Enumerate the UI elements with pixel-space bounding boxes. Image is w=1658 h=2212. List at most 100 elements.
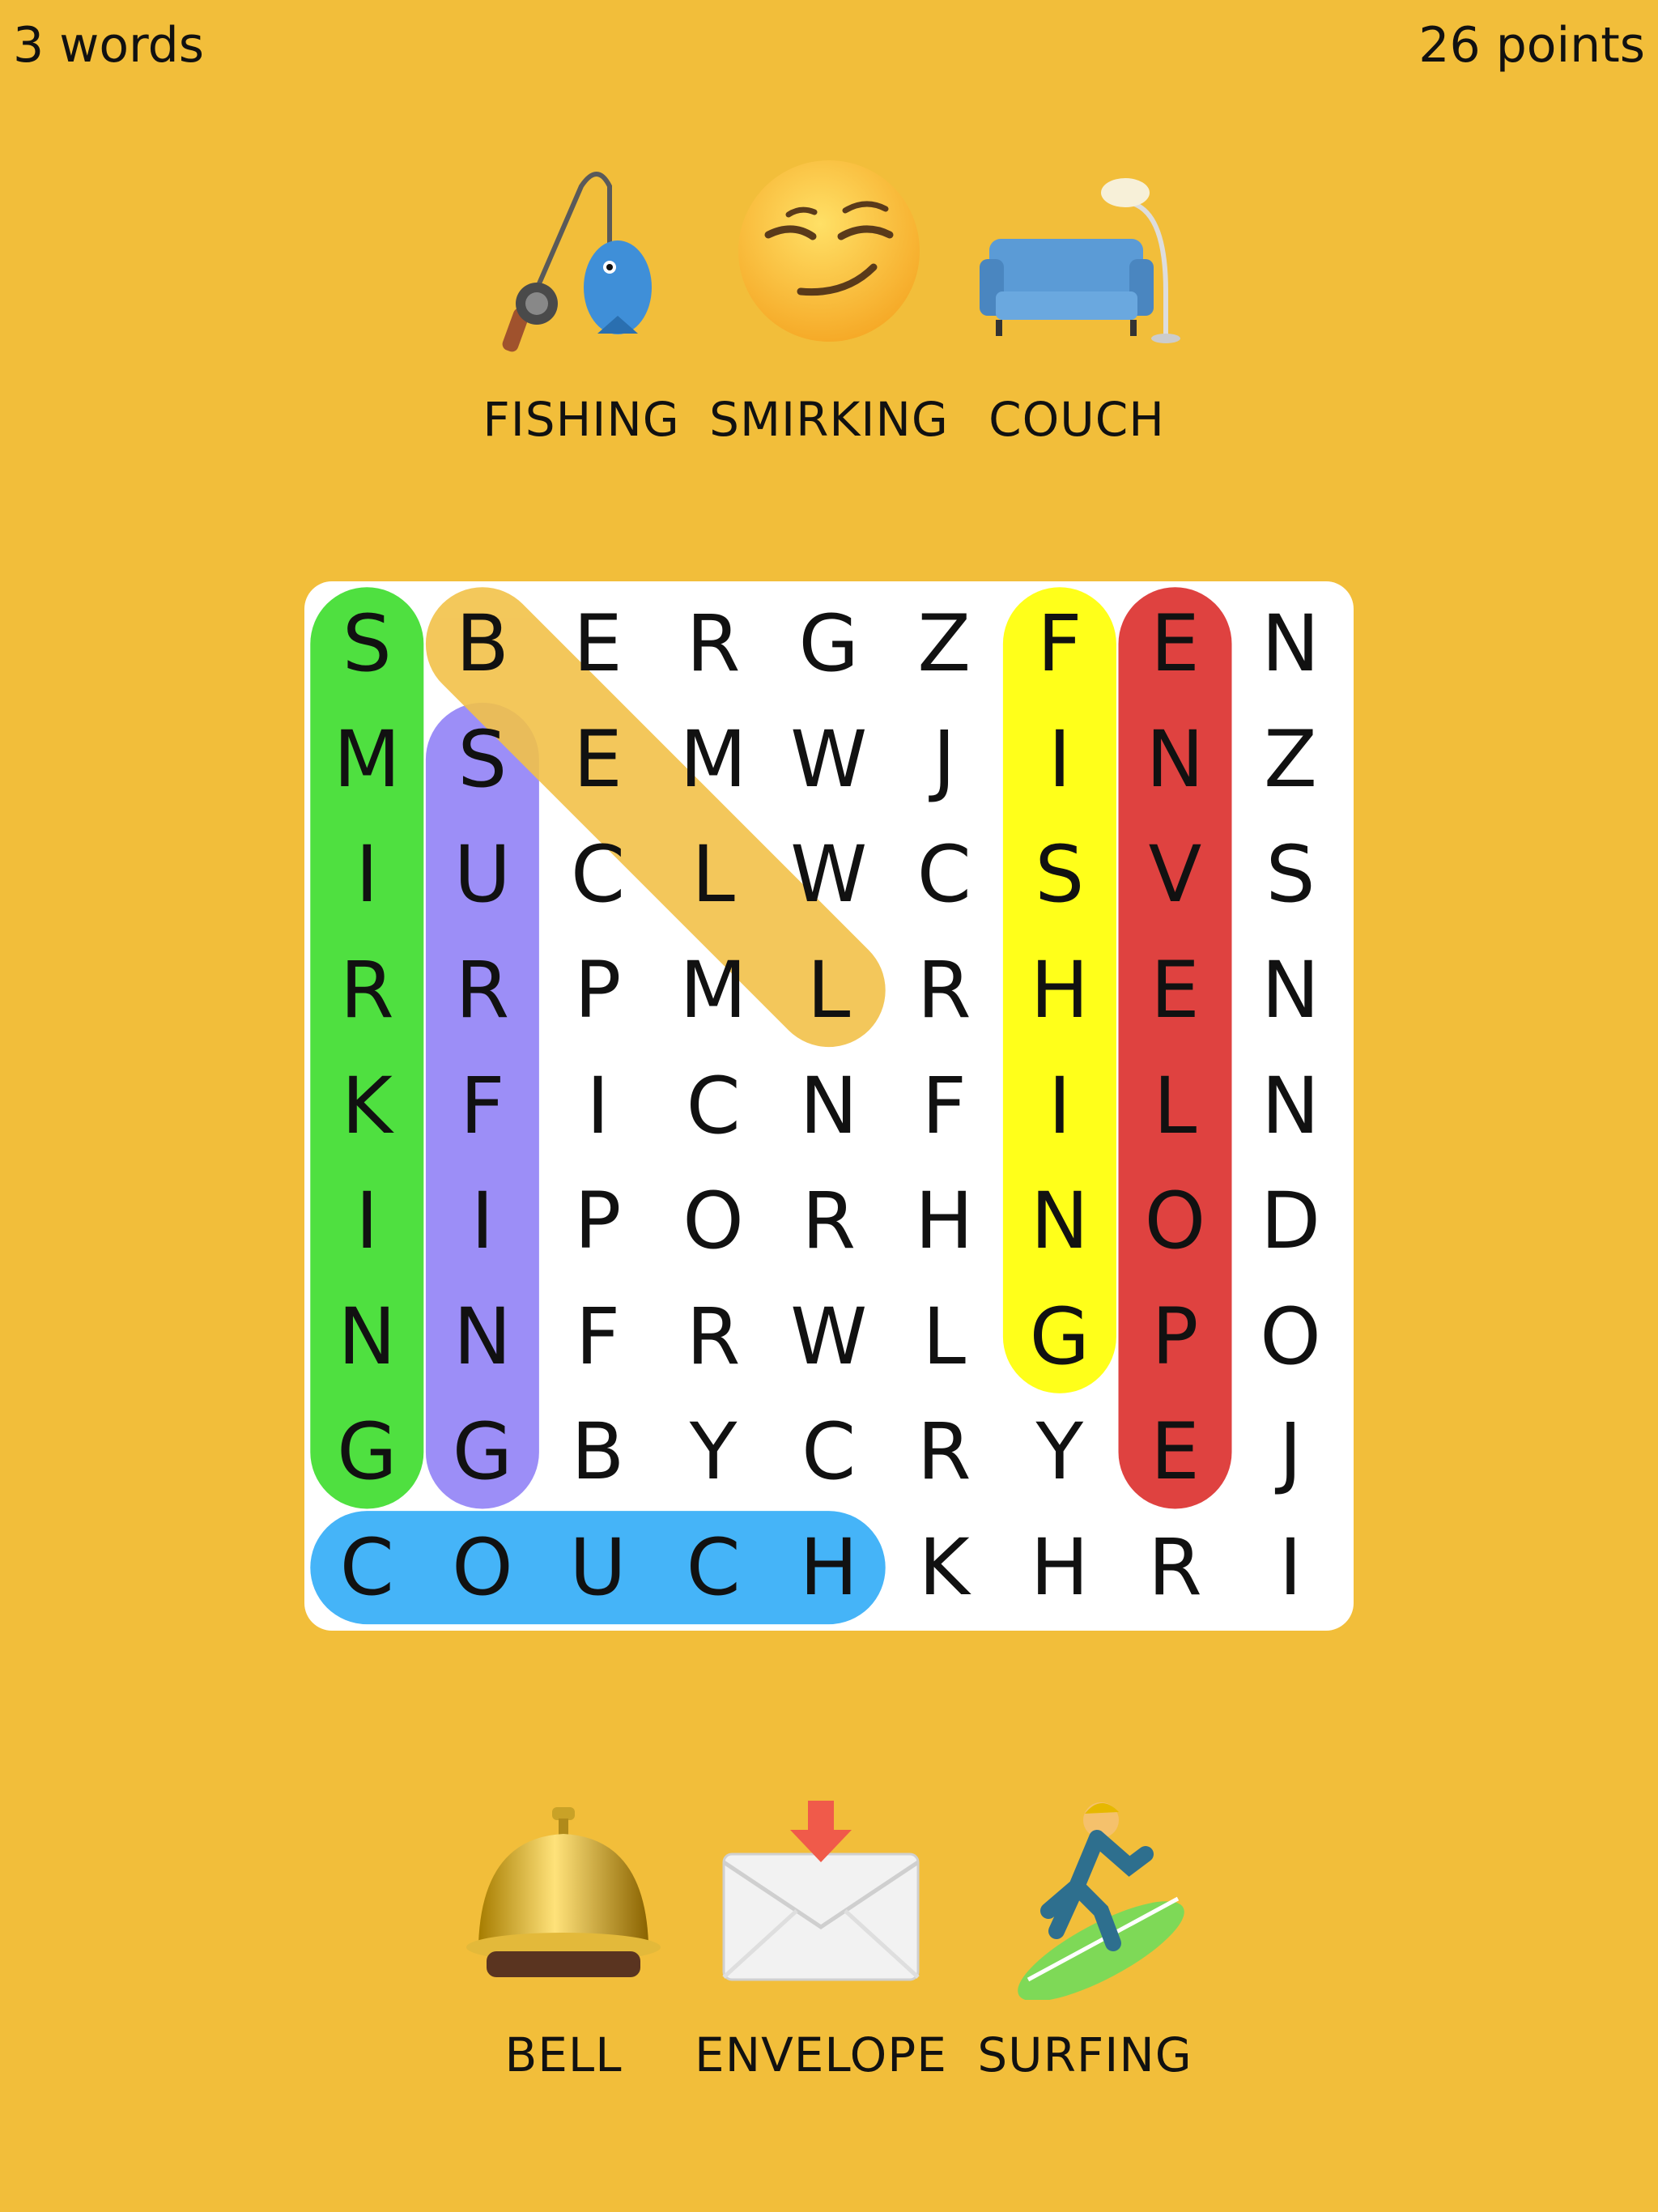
grid-cell[interactable]: I (1233, 1510, 1349, 1626)
grid-cell[interactable]: F (886, 1048, 1002, 1163)
grid-cell[interactable]: P (540, 1163, 656, 1279)
fishing-pole-icon (476, 154, 687, 364)
grid-cell[interactable]: O (1233, 1279, 1349, 1395)
word-label: COUCH (988, 392, 1165, 447)
grid-cell[interactable]: O (1117, 1163, 1233, 1279)
words-count: 3 words (13, 17, 204, 74)
grid-cell[interactable]: I (1002, 702, 1118, 818)
grid-cell[interactable]: N (1117, 702, 1233, 818)
grid-cell[interactable]: U (425, 817, 541, 933)
grid-cell[interactable]: N (1233, 1048, 1349, 1163)
word-label: SURFING (977, 2027, 1192, 2082)
grid-cell[interactable]: C (540, 817, 656, 933)
grid-cell[interactable]: I (425, 1163, 541, 1279)
grid-cell[interactable]: D (1233, 1163, 1349, 1279)
word-label: SMIRKING (709, 392, 949, 447)
grid-cell[interactable]: F (1002, 586, 1118, 702)
grid-cell[interactable]: H (1002, 1510, 1118, 1626)
grid-cell[interactable]: N (1002, 1163, 1118, 1279)
grid-cell[interactable]: S (1233, 817, 1349, 933)
grid-cell[interactable]: C (771, 1394, 886, 1510)
grid-cell[interactable]: Y (656, 1394, 772, 1510)
grid-cell[interactable]: G (309, 1394, 425, 1510)
grid-cell[interactable]: F (425, 1048, 541, 1163)
word-label: FISHING (483, 392, 680, 447)
grid-cell[interactable]: E (1117, 1394, 1233, 1510)
grid-cell[interactable]: C (656, 1510, 772, 1626)
grid-cell[interactable]: I (540, 1048, 656, 1163)
grid-cell[interactable]: H (886, 1163, 1002, 1279)
grid-cell[interactable]: L (656, 817, 772, 933)
grid-cell[interactable]: R (886, 1394, 1002, 1510)
grid-cell[interactable]: R (656, 1279, 772, 1395)
grid-cell[interactable]: O (425, 1510, 541, 1626)
grid-cell[interactable]: B (540, 1394, 656, 1510)
grid-cell[interactable]: L (1117, 1048, 1233, 1163)
grid-cell[interactable]: M (309, 702, 425, 818)
grid-cell[interactable]: E (1117, 933, 1233, 1049)
grid-cell[interactable]: P (1117, 1279, 1233, 1395)
grid-cell[interactable]: K (309, 1048, 425, 1163)
grid-cell[interactable]: L (886, 1279, 1002, 1395)
grid-cell[interactable]: R (656, 586, 772, 702)
grid-cell[interactable]: N (1233, 586, 1349, 702)
grid-cell[interactable]: R (771, 1163, 886, 1279)
grid-cell[interactable]: C (309, 1510, 425, 1626)
word-tile-fishing: FISHING (452, 130, 711, 452)
grid-cell[interactable]: B (425, 586, 541, 702)
grid-cell[interactable]: E (540, 586, 656, 702)
grid-cell[interactable]: K (886, 1510, 1002, 1626)
word-tile-smirking: SMIRKING (699, 130, 959, 452)
grid-cell[interactable]: W (771, 702, 886, 818)
points-count: 26 points (1418, 17, 1645, 74)
grid-cell[interactable]: I (309, 817, 425, 933)
grid-cell[interactable]: H (771, 1510, 886, 1626)
grid-cell[interactable]: H (1002, 933, 1118, 1049)
grid-cell[interactable]: M (656, 702, 772, 818)
word-label: BELL (504, 2027, 623, 2082)
grid-cell[interactable]: C (656, 1048, 772, 1163)
grid-cell[interactable]: N (309, 1279, 425, 1395)
letter-grid[interactable]: SBERGZFENMSEMWJINZIUCLWCSVSRRPMLRHENKFIC… (309, 586, 1348, 1625)
grid-cell[interactable]: S (1002, 817, 1118, 933)
grid-cell[interactable]: G (1002, 1279, 1118, 1395)
grid-cell[interactable]: S (309, 586, 425, 702)
word-label: ENVELOPE (695, 2027, 947, 2082)
surfer-icon (980, 1789, 1190, 2001)
grid-cell[interactable]: R (425, 933, 541, 1049)
grid-cell[interactable]: N (771, 1048, 886, 1163)
grid-cell[interactable]: I (309, 1163, 425, 1279)
grid-cell[interactable]: M (656, 933, 772, 1049)
grid-cell[interactable]: F (540, 1279, 656, 1395)
grid-cell[interactable]: G (425, 1394, 541, 1510)
remaining-words-row: BELL ENVELOPE SURFING (0, 1765, 1658, 2212)
grid-cell[interactable]: E (1117, 586, 1233, 702)
grid-cell[interactable]: Z (886, 586, 1002, 702)
grid-cell[interactable]: E (540, 702, 656, 818)
grid-cell[interactable]: O (656, 1163, 772, 1279)
word-tile-bell: BELL (434, 1765, 693, 2087)
grid-cell[interactable]: L (771, 933, 886, 1049)
grid-cell[interactable]: R (1117, 1510, 1233, 1626)
envelope-arrow-icon (716, 1789, 926, 2000)
grid-cell[interactable]: Y (1002, 1394, 1118, 1510)
word-tile-envelope: ENVELOPE (691, 1765, 950, 2087)
grid-cell[interactable]: S (425, 702, 541, 818)
word-search-board[interactable]: SBERGZFENMSEMWJINZIUCLWCSVSRRPMLRHENKFIC… (304, 581, 1354, 1631)
grid-cell[interactable]: R (309, 933, 425, 1049)
grid-cell[interactable]: R (886, 933, 1002, 1049)
grid-cell[interactable]: J (1233, 1394, 1349, 1510)
grid-cell[interactable]: V (1117, 817, 1233, 933)
grid-cell[interactable]: C (886, 817, 1002, 933)
grid-cell[interactable]: Z (1233, 702, 1349, 818)
grid-cell[interactable]: J (886, 702, 1002, 818)
grid-cell[interactable]: W (771, 817, 886, 933)
grid-cell[interactable]: N (425, 1279, 541, 1395)
grid-cell[interactable]: G (771, 586, 886, 702)
grid-cell[interactable]: U (540, 1510, 656, 1626)
grid-cell[interactable]: P (540, 933, 656, 1049)
grid-cell[interactable]: W (771, 1279, 886, 1395)
grid-cell[interactable]: I (1002, 1048, 1118, 1163)
grid-cell[interactable]: N (1233, 933, 1349, 1049)
bellhop-bell-icon (458, 1789, 669, 2000)
